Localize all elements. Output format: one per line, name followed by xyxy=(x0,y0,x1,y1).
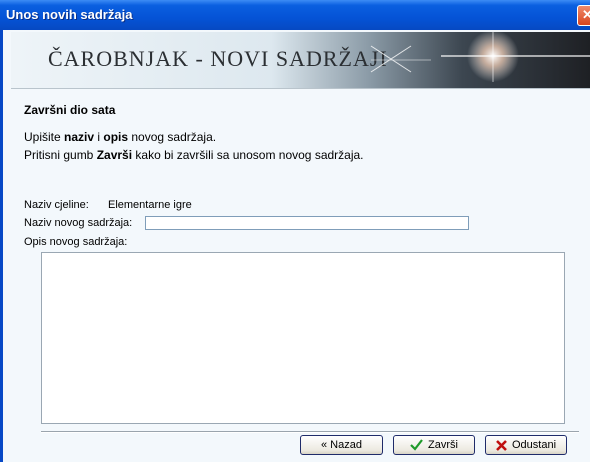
instruction-text: Upišite xyxy=(24,130,65,144)
instruction-bold: naziv xyxy=(64,130,95,144)
title-bar[interactable]: Unos novih sadržaja ✕ xyxy=(0,0,590,30)
name-input[interactable] xyxy=(145,216,469,230)
cancel-button[interactable]: Odustani xyxy=(485,435,567,455)
instruction-line-1: Upišite naziv i opis novog sadržaja. xyxy=(24,130,216,144)
instruction-text: kako bi završili sa unosom novog sadržaj… xyxy=(132,148,364,162)
description-label: Opis novog sadržaja: xyxy=(24,236,128,248)
instruction-text: novog sadržaja. xyxy=(128,130,217,144)
instruction-bold: Završi xyxy=(96,148,133,162)
unit-value: Elementarne igre xyxy=(108,199,192,211)
instruction-line-2: Pritisni gumb Završi kako bi završili sa… xyxy=(24,148,364,162)
instruction-bold: opis xyxy=(103,130,129,144)
close-button[interactable]: ✕ xyxy=(577,5,590,26)
description-textarea[interactable] xyxy=(41,252,565,424)
back-button-label: « Nazad xyxy=(321,439,362,451)
x-icon xyxy=(496,439,507,451)
sparkle-decoration xyxy=(370,32,590,82)
back-button[interactable]: « Nazad xyxy=(300,435,383,455)
footer-separator xyxy=(41,431,579,433)
check-icon xyxy=(410,439,423,451)
wizard-window: Unos novih sadržaja ✕ ČAROBNJAK - NOVI S… xyxy=(0,0,590,462)
wizard-banner: ČAROBNJAK - NOVI SADRŽAJI xyxy=(11,32,590,89)
window-title: Unos novih sadržaja xyxy=(6,7,133,22)
section-title: Završni dio sata xyxy=(24,103,116,117)
instruction-text: Pritisni gumb xyxy=(24,148,97,162)
cancel-button-label: Odustani xyxy=(511,439,557,451)
finish-button[interactable]: Završi xyxy=(393,435,475,455)
name-label: Naziv novog sadržaja: xyxy=(24,217,133,229)
close-icon: ✕ xyxy=(582,7,590,22)
finish-button-label: Završi xyxy=(428,439,458,451)
instruction-text: i xyxy=(94,130,104,144)
unit-label: Naziv cjeline: xyxy=(24,199,89,211)
